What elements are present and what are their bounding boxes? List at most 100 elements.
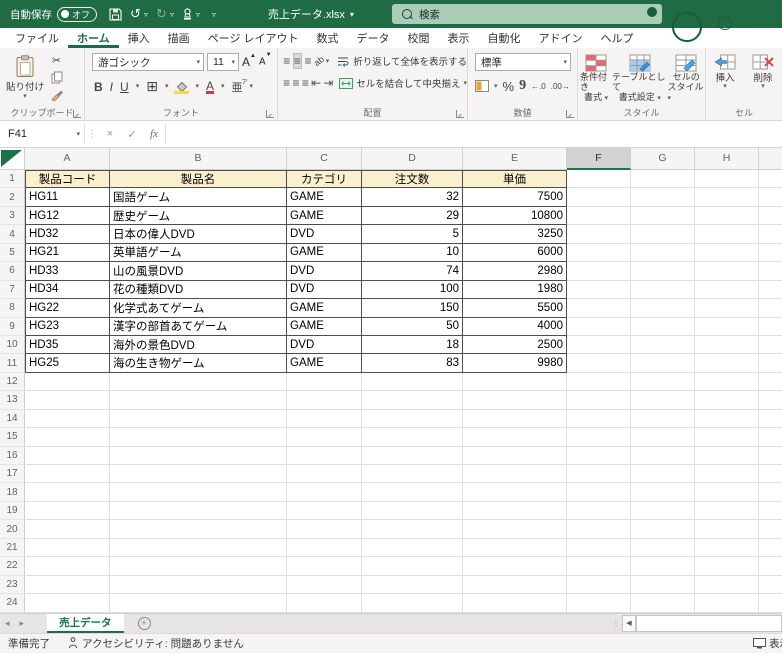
- row-header-14[interactable]: 14: [0, 410, 25, 428]
- phonetic-dropdown-icon[interactable]: ▾: [250, 84, 254, 89]
- cell-A15[interactable]: [25, 428, 110, 446]
- cell-F9[interactable]: [567, 318, 631, 336]
- cell-I18[interactable]: [759, 483, 782, 501]
- cell-E6[interactable]: 2980: [463, 262, 567, 280]
- cell-styles-button[interactable]: セルの スタイル ▾: [668, 54, 705, 102]
- bold-button[interactable]: B: [94, 80, 103, 94]
- cell-D20[interactable]: [362, 520, 463, 538]
- cell-F3[interactable]: [567, 207, 631, 225]
- cell-F14[interactable]: [567, 410, 631, 428]
- cell-A9[interactable]: HG23: [25, 318, 110, 336]
- cell-G10[interactable]: [631, 336, 695, 354]
- row-header-22[interactable]: 22: [0, 557, 25, 575]
- cell-G9[interactable]: [631, 318, 695, 336]
- cell-D16[interactable]: [362, 447, 463, 465]
- copy-icon[interactable]: [50, 69, 63, 85]
- cell-H10[interactable]: [695, 336, 759, 354]
- cell-H3[interactable]: [695, 207, 759, 225]
- accounting-format-icon[interactable]: [475, 80, 489, 92]
- cell-A3[interactable]: HG12: [25, 207, 110, 225]
- row-header-20[interactable]: 20: [0, 520, 25, 538]
- cell-B17[interactable]: [110, 465, 287, 483]
- row-header-4[interactable]: 4: [0, 225, 25, 243]
- font-color-button[interactable]: A: [206, 79, 214, 94]
- autosave-toggle[interactable]: オフ: [57, 7, 97, 22]
- cell-D13[interactable]: [362, 391, 463, 409]
- cell-A2[interactable]: HG11: [25, 188, 110, 206]
- cell-A13[interactable]: [25, 391, 110, 409]
- fill-color-dropdown-icon[interactable]: ▾: [195, 84, 199, 89]
- increase-decimal-icon[interactable]: ←.0: [531, 82, 546, 91]
- cell-F21[interactable]: [567, 539, 631, 557]
- cell-B5[interactable]: 英単語ゲーム: [110, 244, 287, 262]
- cell-E7[interactable]: 1980: [463, 281, 567, 299]
- cell-F19[interactable]: [567, 502, 631, 520]
- cell-G1[interactable]: [631, 170, 695, 188]
- align-bottom-icon[interactable]: ≡: [304, 54, 312, 68]
- cell-I1[interactable]: [759, 170, 782, 188]
- cell-A6[interactable]: HD33: [25, 262, 110, 280]
- cell-D21[interactable]: [362, 539, 463, 557]
- cancel-icon[interactable]: ×: [99, 121, 121, 147]
- cell-D4[interactable]: 5: [362, 225, 463, 243]
- column-header-B[interactable]: B: [110, 148, 287, 170]
- cell-A18[interactable]: [25, 483, 110, 501]
- undo-dropdown-icon[interactable]: ▿: [144, 10, 148, 19]
- cell-F5[interactable]: [567, 244, 631, 262]
- cell-F7[interactable]: [567, 281, 631, 299]
- cell-B16[interactable]: [110, 447, 287, 465]
- cell-C11[interactable]: GAME: [287, 354, 362, 372]
- cell-E16[interactable]: [463, 447, 567, 465]
- cell-H7[interactable]: [695, 281, 759, 299]
- save-icon[interactable]: [109, 8, 122, 21]
- cell-F13[interactable]: [567, 391, 631, 409]
- cell-B23[interactable]: [110, 576, 287, 594]
- font-color-dropdown-icon[interactable]: ▾: [221, 84, 225, 89]
- cell-B8[interactable]: 化学式あてゲーム: [110, 299, 287, 317]
- italic-button[interactable]: I: [110, 80, 113, 94]
- phonetic-button[interactable]: 亜ア: [232, 79, 243, 95]
- cell-E20[interactable]: [463, 520, 567, 538]
- cell-E4[interactable]: 3250: [463, 225, 567, 243]
- cell-C6[interactable]: DVD: [287, 262, 362, 280]
- cell-F8[interactable]: [567, 299, 631, 317]
- row-header-5[interactable]: 5: [0, 244, 25, 262]
- row-header-15[interactable]: 15: [0, 428, 25, 446]
- number-format-select[interactable]: 標準 ▾: [475, 53, 571, 71]
- cell-G8[interactable]: [631, 299, 695, 317]
- cell-F16[interactable]: [567, 447, 631, 465]
- cell-A21[interactable]: [25, 539, 110, 557]
- cell-D6[interactable]: 74: [362, 262, 463, 280]
- cell-F23[interactable]: [567, 576, 631, 594]
- row-header-2[interactable]: 2: [0, 188, 25, 206]
- cell-D18[interactable]: [362, 483, 463, 501]
- cell-B9[interactable]: 漢字の部首あてゲーム: [110, 318, 287, 336]
- cell-D17[interactable]: [362, 465, 463, 483]
- row-header-7[interactable]: 7: [0, 281, 25, 299]
- cell-E12[interactable]: [463, 373, 567, 391]
- cell-I11[interactable]: [759, 354, 782, 372]
- cell-C21[interactable]: [287, 539, 362, 557]
- row-header-10[interactable]: 10: [0, 336, 25, 354]
- undo-button[interactable]: ↺: [130, 6, 141, 22]
- cell-I10[interactable]: [759, 336, 782, 354]
- insert-function-icon[interactable]: fx: [143, 121, 165, 147]
- cell-I23[interactable]: [759, 576, 782, 594]
- cell-F10[interactable]: [567, 336, 631, 354]
- underline-button[interactable]: U: [120, 80, 129, 94]
- cell-F2[interactable]: [567, 188, 631, 206]
- cell-G18[interactable]: [631, 483, 695, 501]
- cell-G22[interactable]: [631, 557, 695, 575]
- scrollbar-track[interactable]: [636, 615, 782, 632]
- cell-E24[interactable]: [463, 594, 567, 612]
- cell-F6[interactable]: [567, 262, 631, 280]
- cell-H4[interactable]: [695, 225, 759, 243]
- font-dialog-launcher[interactable]: [266, 110, 274, 118]
- paste-button[interactable]: 貼り付け ▾: [6, 55, 44, 99]
- cell-F11[interactable]: [567, 354, 631, 372]
- cell-B1[interactable]: 製品名: [110, 170, 287, 188]
- cell-H5[interactable]: [695, 244, 759, 262]
- cell-H11[interactable]: [695, 354, 759, 372]
- tab-formulas[interactable]: 数式: [308, 28, 348, 48]
- cell-I4[interactable]: [759, 225, 782, 243]
